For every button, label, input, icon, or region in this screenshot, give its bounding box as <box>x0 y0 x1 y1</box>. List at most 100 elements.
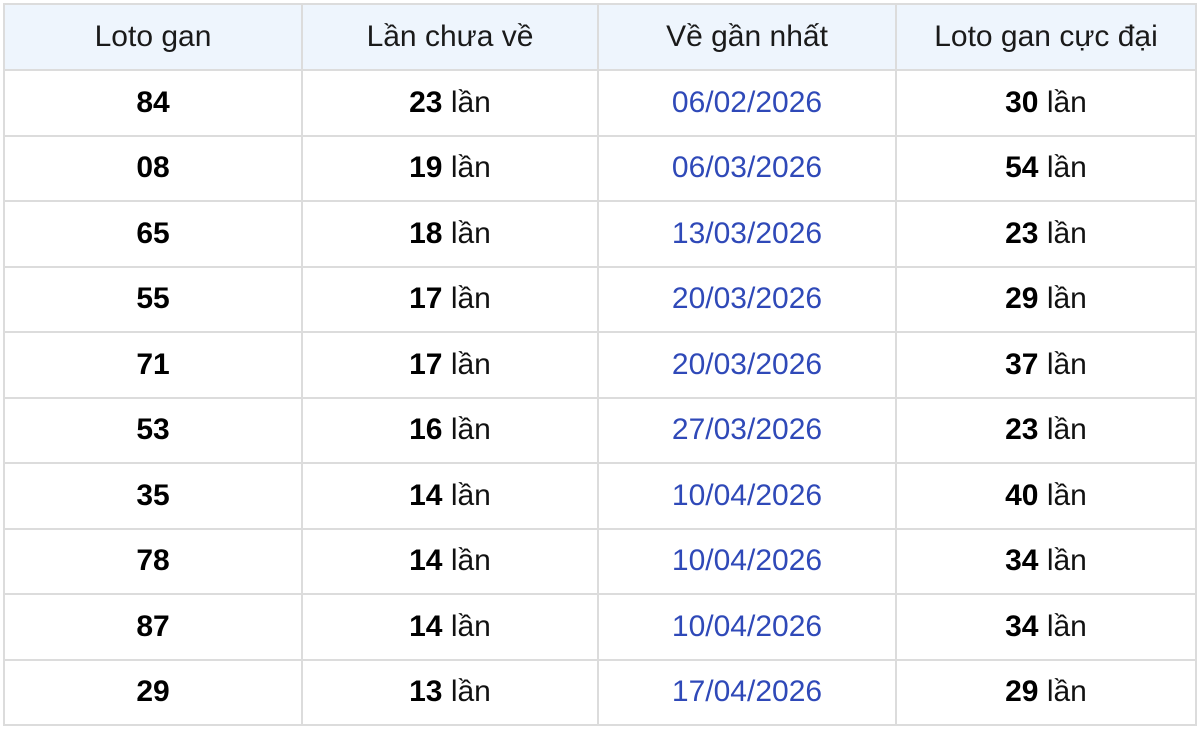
last-date: 20/03/2026 <box>671 282 823 316</box>
loto-number-cell: 08 <box>3 134 303 202</box>
table-row: 08 19 lần 06/03/2026 54 lần <box>3 134 1197 202</box>
loto-gan-table: Loto gan Lần chưa về Về gần nhất Loto ga… <box>3 3 1197 726</box>
last-date: 06/03/2026 <box>671 151 823 185</box>
missed-count-cell: 14 lần <box>301 462 599 530</box>
last-date-cell: 20/03/2026 <box>597 331 897 399</box>
missed-count-cell: 17 lần <box>301 331 599 399</box>
loto-number: 29 <box>136 675 170 709</box>
loto-number: 35 <box>136 478 170 512</box>
table-row: 53 16 lần 27/03/2026 23 lần <box>3 396 1197 464</box>
max-gap-cell: 23 lần <box>895 396 1197 464</box>
table-row: 87 14 lần 10/04/2026 34 lần <box>3 593 1197 661</box>
max-gap-count: 54 <box>1005 151 1039 185</box>
missed-unit: lần <box>442 544 491 578</box>
last-date: 13/03/2026 <box>671 216 823 250</box>
max-gap-count: 34 <box>1005 609 1039 643</box>
loto-number: 53 <box>136 413 170 447</box>
max-gap-count: 30 <box>1005 85 1039 119</box>
last-date-cell: 10/04/2026 <box>597 527 897 595</box>
loto-number: 78 <box>136 544 170 578</box>
loto-number-cell: 65 <box>3 200 303 268</box>
missed-count: 19 <box>409 151 443 185</box>
loto-number-cell: 53 <box>3 396 303 464</box>
max-gap-count: 29 <box>1005 282 1039 316</box>
loto-number: 08 <box>136 151 170 185</box>
missed-unit: lần <box>442 216 491 250</box>
max-gap-cell: 29 lần <box>895 265 1197 333</box>
loto-number: 65 <box>136 216 170 250</box>
missed-count-cell: 16 lần <box>301 396 599 464</box>
last-date-cell: 13/03/2026 <box>597 200 897 268</box>
max-gap-count: 23 <box>1005 216 1039 250</box>
max-gap-cell: 30 lần <box>895 69 1197 137</box>
missed-count: 17 <box>409 347 443 381</box>
missed-count-cell: 18 lần <box>301 200 599 268</box>
missed-count-cell: 17 lần <box>301 265 599 333</box>
header-row: Loto gan Lần chưa về Về gần nhất Loto ga… <box>3 3 1197 71</box>
max-gap-cell: 23 lần <box>895 200 1197 268</box>
loto-number-cell: 87 <box>3 593 303 661</box>
header-loto-gan: Loto gan <box>3 3 303 71</box>
missed-unit: lần <box>442 478 491 512</box>
header-ve-gan-nhat: Về gần nhất <box>597 3 897 71</box>
missed-count-cell: 23 lần <box>301 69 599 137</box>
max-gap-count: 29 <box>1005 675 1039 709</box>
last-date-cell: 17/04/2026 <box>597 658 897 726</box>
last-date: 17/04/2026 <box>671 675 823 709</box>
table-row: 29 13 lần 17/04/2026 29 lần <box>3 658 1197 726</box>
missed-count-cell: 19 lần <box>301 134 599 202</box>
missed-count-cell: 13 lần <box>301 658 599 726</box>
missed-count: 18 <box>409 216 443 250</box>
missed-count-cell: 14 lần <box>301 593 599 661</box>
last-date: 06/02/2026 <box>671 85 823 119</box>
max-gap-cell: 40 lần <box>895 462 1197 530</box>
max-gap-unit: lần <box>1038 151 1087 185</box>
missed-unit: lần <box>442 151 491 185</box>
max-gap-unit: lần <box>1038 609 1087 643</box>
max-gap-unit: lần <box>1038 85 1087 119</box>
loto-gan-table-container: Loto gan Lần chưa về Về gần nhất Loto ga… <box>3 3 1197 726</box>
last-date: 27/03/2026 <box>671 413 823 447</box>
table-row: 55 17 lần 20/03/2026 29 lần <box>3 265 1197 333</box>
missed-count-cell: 14 lần <box>301 527 599 595</box>
last-date-cell: 27/03/2026 <box>597 396 897 464</box>
last-date-cell: 06/03/2026 <box>597 134 897 202</box>
missed-count: 16 <box>409 413 443 447</box>
missed-unit: lần <box>442 413 491 447</box>
missed-unit: lần <box>442 675 491 709</box>
max-gap-unit: lần <box>1038 544 1087 578</box>
last-date: 10/04/2026 <box>671 544 823 578</box>
max-gap-unit: lần <box>1038 216 1087 250</box>
max-gap-cell: 34 lần <box>895 527 1197 595</box>
max-gap-count: 40 <box>1005 478 1039 512</box>
last-date: 10/04/2026 <box>671 478 823 512</box>
max-gap-cell: 34 lần <box>895 593 1197 661</box>
max-gap-cell: 54 lần <box>895 134 1197 202</box>
missed-unit: lần <box>442 347 491 381</box>
missed-unit: lần <box>442 282 491 316</box>
last-date: 10/04/2026 <box>671 609 823 643</box>
missed-count: 23 <box>409 85 443 119</box>
last-date-cell: 06/02/2026 <box>597 69 897 137</box>
loto-number: 87 <box>136 609 170 643</box>
loto-number: 84 <box>136 85 170 119</box>
missed-unit: lần <box>442 85 491 119</box>
table-row: 84 23 lần 06/02/2026 30 lần <box>3 69 1197 137</box>
missed-count: 14 <box>409 544 443 578</box>
max-gap-cell: 37 lần <box>895 331 1197 399</box>
header-loto-gan-cuc-dai: Loto gan cực đại <box>895 3 1197 71</box>
loto-number-cell: 78 <box>3 527 303 595</box>
table-row: 78 14 lần 10/04/2026 34 lần <box>3 527 1197 595</box>
max-gap-count: 37 <box>1005 347 1039 381</box>
table-row: 35 14 lần 10/04/2026 40 lần <box>3 462 1197 530</box>
max-gap-count: 34 <box>1005 544 1039 578</box>
table-header: Loto gan Lần chưa về Về gần nhất Loto ga… <box>3 3 1197 71</box>
table-row: 65 18 lần 13/03/2026 23 lần <box>3 200 1197 268</box>
last-date: 20/03/2026 <box>671 347 823 381</box>
loto-number: 71 <box>136 347 170 381</box>
last-date-cell: 20/03/2026 <box>597 265 897 333</box>
max-gap-unit: lần <box>1038 478 1087 512</box>
loto-number-cell: 29 <box>3 658 303 726</box>
max-gap-unit: lần <box>1038 675 1087 709</box>
missed-count: 13 <box>409 675 443 709</box>
